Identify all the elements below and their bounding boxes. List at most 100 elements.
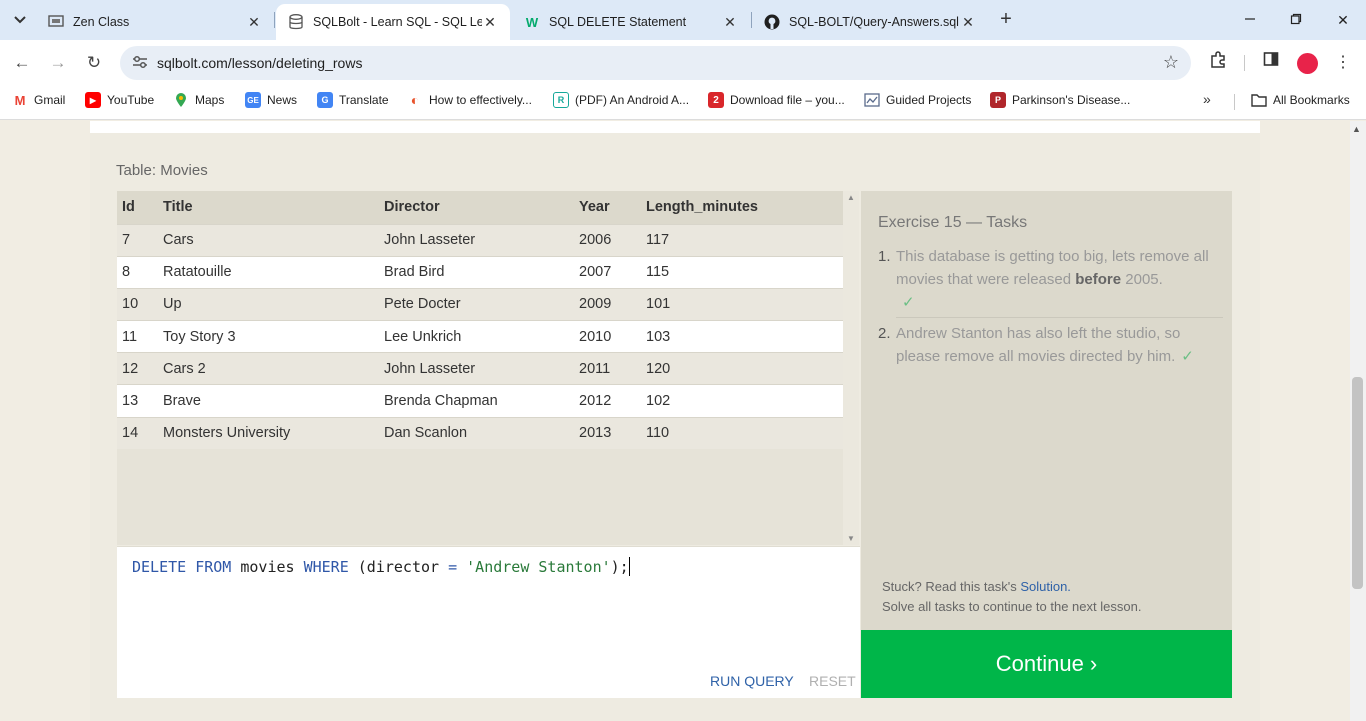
tab-title: SQL DELETE Statement	[549, 15, 687, 29]
table-cell: Pete Docter	[379, 287, 574, 321]
bookmark-label: Maps	[195, 93, 225, 107]
table-cell: 12	[117, 352, 158, 385]
side-panel-icon[interactable]	[1259, 51, 1283, 75]
close-tab-icon[interactable]: ✕	[960, 14, 976, 31]
column-header: Length_minutes	[641, 191, 843, 224]
projects-icon	[864, 92, 880, 108]
solution-link[interactable]: Solution.	[1020, 579, 1071, 594]
tab-sqlbolt[interactable]: SQLBolt - Learn SQL - SQL Less ✕	[276, 4, 510, 40]
sql-identifier: movies	[240, 558, 295, 576]
close-tab-icon[interactable]: ✕	[722, 14, 738, 31]
sql-text: );	[610, 558, 629, 576]
bookmark-gmail[interactable]: M Gmail	[12, 89, 66, 111]
sql-keyword: WHERE	[303, 558, 349, 576]
table-row: 11 Toy Story 3 Lee Unkrich 2010 103	[117, 320, 843, 353]
table-cell: 7	[117, 223, 158, 257]
scroll-down-icon[interactable]: ▼	[847, 534, 855, 543]
table-cell: 2009	[574, 287, 641, 321]
news-icon: GE	[245, 92, 261, 108]
table-row: 10 Up Pete Docter 2009 101	[117, 287, 843, 321]
site-icon: ◐	[410, 92, 420, 108]
tab-title: Zen Class	[73, 15, 130, 29]
url-text: sqlbolt.com/lesson/deleting_rows	[157, 55, 363, 71]
restore-icon[interactable]	[1284, 8, 1308, 32]
column-header: Title	[158, 191, 379, 224]
task-text-part: 2005.	[1121, 271, 1163, 288]
bookmarks-separator	[1234, 94, 1235, 110]
tab-github[interactable]: SQL-BOLT/Query-Answers.sql a ✕	[752, 4, 988, 40]
bookmark-pdf-android[interactable]: R (PDF) An Android A...	[553, 89, 689, 111]
table-cell: Ratatouille	[158, 255, 379, 289]
extensions-icon[interactable]	[1206, 51, 1230, 75]
bookmark-download-file[interactable]: 2 Download file – you...	[708, 89, 845, 111]
table-cell: Brave	[158, 384, 379, 418]
profile-avatar[interactable]	[1297, 53, 1318, 74]
back-icon[interactable]: ←	[9, 50, 35, 76]
reload-icon[interactable]: ↻	[81, 50, 107, 76]
scroll-up-icon[interactable]: ▲	[1352, 124, 1361, 134]
task-divider	[896, 317, 1223, 318]
forward-icon[interactable]: →	[45, 50, 71, 76]
table-cell: Toy Story 3	[158, 320, 379, 353]
bookmark-maps[interactable]: Maps	[173, 89, 224, 111]
tab-title: SQL-BOLT/Query-Answers.sql a	[789, 15, 960, 29]
page-scrollbar-thumb[interactable]	[1352, 377, 1363, 589]
tab-sql-delete[interactable]: W SQL DELETE Statement ✕	[512, 4, 750, 40]
column-header: Id	[117, 191, 158, 224]
bookmark-label: Gmail	[34, 93, 66, 107]
more-bookmarks-icon[interactable]: »	[1203, 91, 1211, 107]
bookmark-news[interactable]: GE News	[245, 89, 297, 111]
tab-zen-class[interactable]: Zen Class ✕	[36, 4, 274, 40]
bookmark-star-icon[interactable]: ☆	[1163, 52, 1179, 73]
table-cell: 103	[641, 320, 843, 353]
table-cell: 101	[641, 287, 843, 321]
scroll-up-icon[interactable]: ▲	[847, 193, 855, 202]
stuck-hint: Stuck? Read this task's Solution. Solve …	[882, 577, 1141, 617]
researchgate-icon: R	[553, 92, 569, 108]
bookmark-label: How to effectively...	[429, 93, 532, 107]
continue-button[interactable]: Continue ›	[861, 630, 1232, 698]
chevron-down-icon	[14, 16, 26, 24]
tab-search-button[interactable]	[6, 7, 34, 33]
bookmark-label: Download file – you...	[730, 93, 845, 107]
table-cell: 14	[117, 416, 158, 450]
site-info-icon[interactable]	[132, 55, 148, 71]
close-tab-icon[interactable]: ✕	[482, 14, 498, 31]
table-cell: Lee Unkrich	[379, 320, 574, 353]
github-icon	[764, 14, 780, 30]
all-bookmarks[interactable]: All Bookmarks	[1251, 89, 1350, 111]
checkmark-icon: ✓	[902, 294, 915, 311]
table-cell: 120	[641, 352, 843, 385]
table-cell: 13	[117, 384, 158, 418]
minimize-icon[interactable]	[1238, 8, 1262, 32]
address-bar[interactable]: sqlbolt.com/lesson/deleting_rows ☆	[120, 46, 1191, 80]
task-text-part: Andrew Stanton has also left the studio,…	[896, 325, 1181, 365]
bookmark-youtube[interactable]: ▶ YouTube	[85, 89, 154, 111]
gmail-icon: M	[14, 92, 26, 108]
bookmark-translate[interactable]: G Translate	[317, 89, 389, 111]
table-cell: 102	[641, 384, 843, 418]
maps-icon	[173, 92, 189, 108]
movies-table: Id Title Director Year Length_minutes 7 …	[117, 191, 843, 450]
task-text: Andrew Stanton has also left the studio,…	[896, 322, 1216, 368]
w3schools-icon: W	[525, 14, 539, 30]
close-window-icon[interactable]: ✕	[1331, 8, 1355, 32]
bookmark-guided-projects[interactable]: Guided Projects	[864, 89, 971, 111]
table-row: 7 Cars John Lasseter 2006 117	[117, 223, 843, 257]
table-scrollbar[interactable]: ▲ ▼	[843, 191, 859, 545]
close-tab-icon[interactable]: ✕	[246, 14, 262, 31]
reset-button[interactable]: RESET	[809, 673, 856, 689]
sql-query[interactable]: DELETE FROM movies WHERE (director = 'An…	[132, 557, 630, 576]
table-cell: 115	[641, 255, 843, 289]
menu-kebab-icon[interactable]: ⋮	[1331, 51, 1355, 75]
new-tab-button[interactable]: +	[994, 8, 1018, 32]
stuck-text: Stuck? Read this task's	[882, 579, 1021, 594]
bookmark-label: All Bookmarks	[1273, 93, 1350, 107]
table-cell: Brenda Chapman	[379, 384, 574, 418]
bookmark-parkinsons[interactable]: P Parkinson's Disease...	[990, 89, 1130, 111]
table-cell: 8	[117, 255, 158, 289]
bookmark-how-to[interactable]: ◐ How to effectively...	[407, 89, 532, 111]
sql-editor[interactable]: DELETE FROM movies WHERE (director = 'An…	[117, 546, 860, 698]
run-query-button[interactable]: RUN QUERY	[710, 673, 794, 689]
task-number: 1.	[878, 248, 891, 265]
